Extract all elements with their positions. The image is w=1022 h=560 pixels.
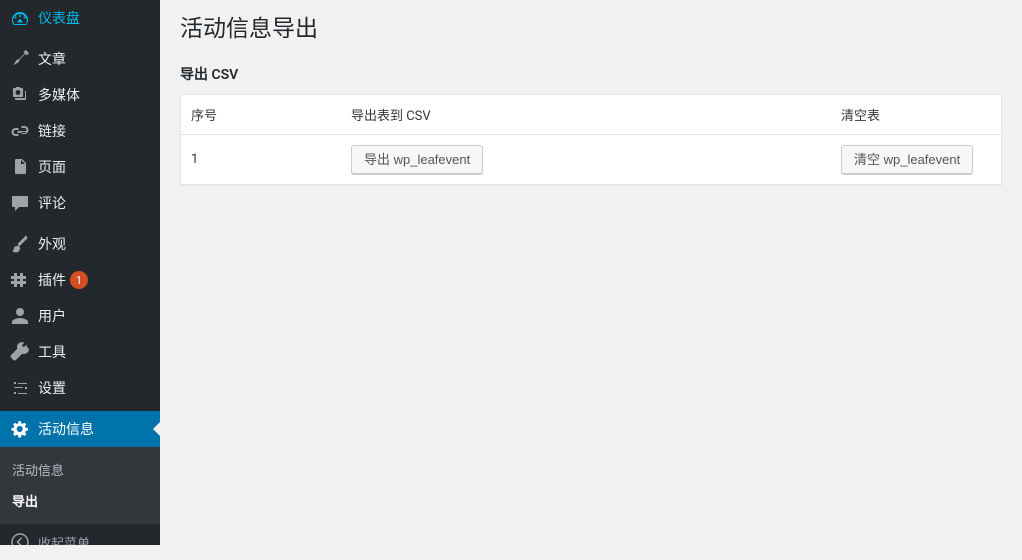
menu-label: 多媒体 (38, 85, 80, 105)
sidebar-item-activity[interactable]: 活动信息 (0, 411, 160, 447)
content-area: 活动信息导出 导出 CSV 序号 导出表到 CSV 清空表 1 导出 wp_le… (160, 0, 1022, 545)
sidebar-item-dashboard[interactable]: 仪表盘 (0, 0, 160, 36)
menu-label: 仪表盘 (38, 8, 80, 28)
menu-label: 活动信息 (38, 419, 94, 439)
page-icon (10, 157, 30, 177)
sidebar-item-comments[interactable]: 评论 (0, 185, 160, 221)
sliders-icon (10, 378, 30, 398)
sidebar-item-appearance[interactable]: 外观 (0, 226, 160, 262)
menu-label: 文章 (38, 49, 66, 69)
sidebar-item-users[interactable]: 用户 (0, 298, 160, 334)
export-table: 序号 导出表到 CSV 清空表 1 导出 wp_leafevent 清空 wp_… (180, 94, 1002, 186)
sidebar-item-media[interactable]: 多媒体 (0, 77, 160, 113)
menu-label: 评论 (38, 193, 66, 213)
main-menu: 仪表盘 文章 多媒体 链接 页面 评论 外观 插件 1 用户 工具 设置 活动信… (0, 0, 160, 447)
pin-icon (10, 49, 30, 69)
menu-label: 工具 (38, 342, 66, 362)
menu-label: 用户 (38, 306, 66, 326)
user-icon (10, 306, 30, 326)
admin-sidebar: 仪表盘 文章 多媒体 链接 页面 评论 外观 插件 1 用户 工具 设置 活动信… (0, 0, 160, 545)
clear-button[interactable]: 清空 wp_leafevent (841, 145, 973, 175)
menu-label: 链接 (38, 121, 66, 141)
table-row: 1 导出 wp_leafevent 清空 wp_leafevent (181, 135, 1001, 185)
sidebar-item-posts[interactable]: 文章 (0, 41, 160, 77)
menu-label: 外观 (38, 234, 66, 254)
dashboard-icon (10, 8, 30, 28)
export-button[interactable]: 导出 wp_leafevent (351, 145, 483, 175)
submenu-item-activity[interactable]: 活动信息 (0, 454, 160, 485)
submenu-item-export[interactable]: 导出 (0, 485, 160, 516)
media-icon (10, 85, 30, 105)
submenu: 活动信息 导出 (0, 447, 160, 524)
sidebar-item-tools[interactable]: 工具 (0, 334, 160, 370)
update-badge: 1 (70, 271, 88, 289)
sidebar-item-settings[interactable]: 设置 (0, 370, 160, 406)
collapse-icon (10, 532, 30, 552)
brush-icon (10, 234, 30, 254)
gear-icon (10, 419, 30, 439)
menu-label: 设置 (38, 378, 66, 398)
wrench-icon (10, 342, 30, 362)
sidebar-item-pages[interactable]: 页面 (0, 149, 160, 185)
th-clear: 清空表 (831, 95, 1001, 135)
th-seq: 序号 (181, 95, 341, 135)
th-export: 导出表到 CSV (341, 95, 831, 135)
page-title: 活动信息导出 (180, 0, 1002, 48)
comment-icon (10, 193, 30, 213)
plugin-icon (10, 270, 30, 290)
menu-label: 插件 (38, 270, 66, 290)
cell-seq: 1 (181, 135, 341, 185)
sidebar-item-plugins[interactable]: 插件 1 (0, 262, 160, 298)
menu-label: 页面 (38, 157, 66, 177)
link-icon (10, 121, 30, 141)
sidebar-item-links[interactable]: 链接 (0, 113, 160, 149)
collapse-label: 收起菜单 (38, 533, 90, 552)
collapse-menu[interactable]: 收起菜单 (0, 524, 160, 560)
section-title: 导出 CSV (180, 64, 1002, 84)
